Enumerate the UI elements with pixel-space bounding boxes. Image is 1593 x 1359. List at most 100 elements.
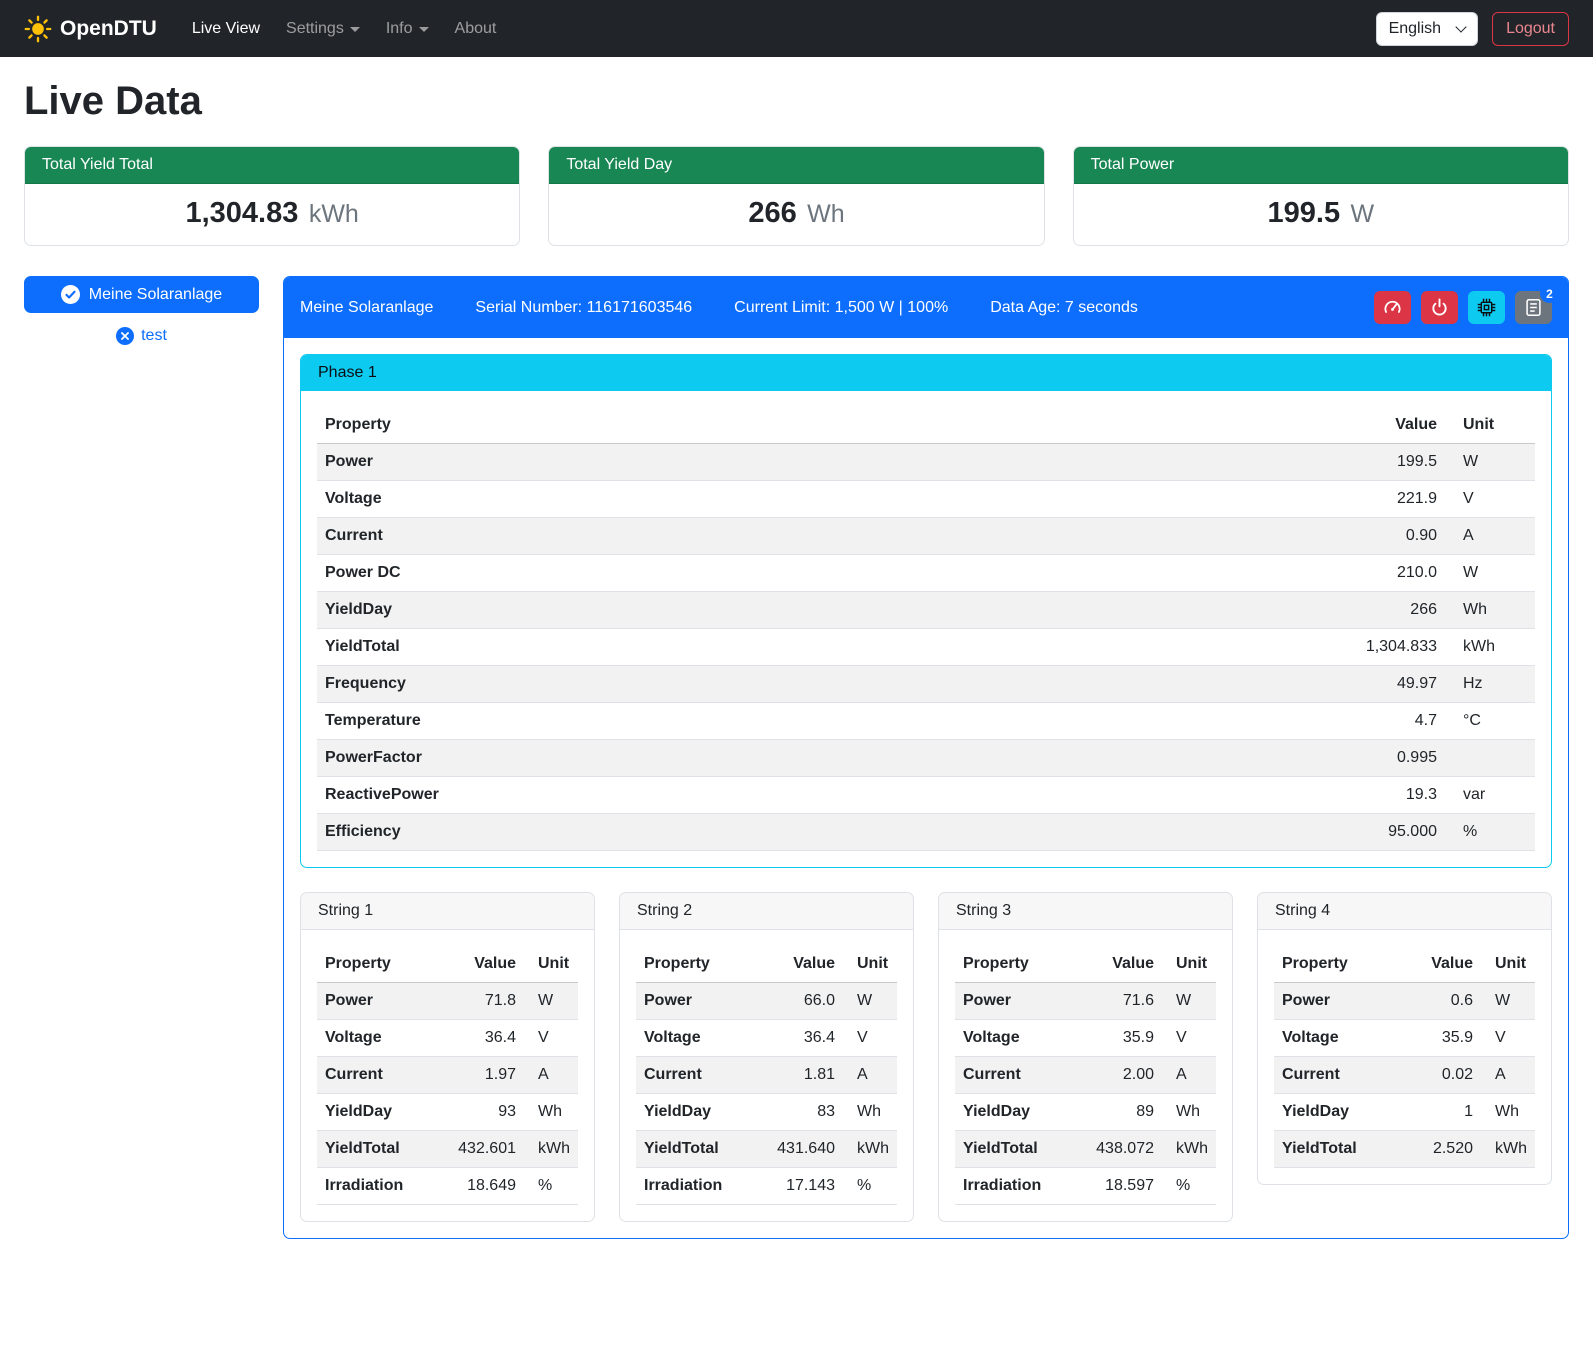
inverter-select-label: test (141, 327, 167, 345)
unit-cell: % (1162, 1168, 1216, 1205)
unit-cell: V (524, 1020, 578, 1057)
inverter-list: Meine Solaranlage test (24, 276, 259, 345)
value-cell: 49.97 (1267, 666, 1445, 703)
device-info-button[interactable] (1468, 291, 1505, 324)
unit-cell: % (1445, 814, 1535, 851)
language-select-value: English (1389, 20, 1441, 38)
power-toggle-button[interactable] (1421, 291, 1458, 324)
summary-card-title: Total Yield Day (549, 147, 1043, 184)
table-row: Voltage35.9V (1274, 1020, 1535, 1057)
property-cell: YieldDay (317, 592, 1267, 629)
table-row: YieldTotal438.072kWh (955, 1131, 1216, 1168)
brand[interactable]: OpenDTU (24, 15, 157, 43)
property-cell: Power DC (317, 555, 1267, 592)
serial-number: Serial Number: 116171603546 (475, 299, 692, 317)
table-row: ReactivePower19.3var (317, 777, 1535, 814)
inverter-panel-header: Meine Solaranlage Serial Number: 1161716… (284, 277, 1568, 338)
inverter-select-meine-solaranlage[interactable]: Meine Solaranlage (24, 276, 259, 313)
logout-button[interactable]: Logout (1492, 12, 1569, 46)
nav-about[interactable]: About (446, 12, 506, 46)
nav-info-label: Info (386, 20, 413, 38)
table-row: YieldDay83Wh (636, 1094, 897, 1131)
column-header: Value (1399, 946, 1481, 983)
column-header: Property (955, 946, 1080, 983)
property-cell: ReactivePower (317, 777, 1267, 814)
table-header-row: PropertyValueUnit (317, 946, 578, 983)
nav-live-view[interactable]: Live View (183, 12, 269, 46)
table-row: Frequency49.97Hz (317, 666, 1535, 703)
value-cell: 0.90 (1267, 518, 1445, 555)
property-cell: YieldDay (955, 1094, 1080, 1131)
table-header-row: PropertyValueUnit (1274, 946, 1535, 983)
column-header: Value (761, 946, 843, 983)
column-header: Unit (524, 946, 578, 983)
data-age: Data Age: 7 seconds (990, 299, 1138, 317)
value-cell: 221.9 (1267, 481, 1445, 518)
x-circle-icon (116, 327, 134, 345)
nav-settings[interactable]: Settings (277, 12, 369, 46)
caret-down-icon (419, 27, 429, 32)
value-cell: 2.00 (1080, 1057, 1162, 1094)
column-header: Property (1274, 946, 1399, 983)
table-row: Current2.00A (955, 1057, 1216, 1094)
property-cell: Voltage (317, 481, 1267, 518)
unit-cell: kWh (524, 1131, 578, 1168)
unit-cell: A (1481, 1057, 1535, 1094)
column-header: Value (1080, 946, 1162, 983)
event-log-button[interactable]: 2 (1515, 291, 1552, 324)
unit-cell: W (1445, 555, 1535, 592)
table-row: YieldDay89Wh (955, 1094, 1216, 1131)
property-cell: YieldTotal (955, 1131, 1080, 1168)
table-row: YieldTotal432.601kWh (317, 1131, 578, 1168)
table-row: Voltage36.4V (317, 1020, 578, 1057)
value-cell: 0.02 (1399, 1057, 1481, 1094)
table-header-row: PropertyValueUnit (955, 946, 1216, 983)
property-cell: Power (317, 444, 1267, 481)
value-cell: 199.5 (1267, 444, 1445, 481)
property-cell: YieldTotal (317, 629, 1267, 666)
unit-cell: % (843, 1168, 897, 1205)
unit-cell: W (1162, 983, 1216, 1020)
event-count-badge: 2 (1540, 284, 1559, 303)
value-cell: 19.3 (1267, 777, 1445, 814)
inverter-select-test[interactable]: test (24, 327, 259, 345)
unit-cell: Hz (1445, 666, 1535, 703)
unit-cell: A (524, 1057, 578, 1094)
unit-cell: Wh (1481, 1094, 1535, 1131)
string-card-title: String 4 (1258, 893, 1551, 930)
unit-cell: W (843, 983, 897, 1020)
column-header: Value (1267, 407, 1445, 444)
value-cell: 35.9 (1080, 1020, 1162, 1057)
table-row: Irradiation18.597% (955, 1168, 1216, 1205)
check-circle-icon (61, 285, 80, 304)
unit-cell: V (1481, 1020, 1535, 1057)
string-3-table: PropertyValueUnitPower71.6WVoltage35.9VC… (955, 946, 1216, 1205)
unit-cell: V (1162, 1020, 1216, 1057)
string-4-table: PropertyValueUnitPower0.6WVoltage35.9VCu… (1274, 946, 1535, 1168)
value-cell: 35.9 (1399, 1020, 1481, 1057)
table-row: YieldTotal1,304.833kWh (317, 629, 1535, 666)
value-cell: 36.4 (442, 1020, 524, 1057)
column-header: Value (442, 946, 524, 983)
unit-cell: °C (1445, 703, 1535, 740)
table-row: Efficiency95.000% (317, 814, 1535, 851)
inverter-actions: 2 (1374, 291, 1552, 324)
property-cell: YieldTotal (317, 1131, 442, 1168)
phase-card-title: Phase 1 (301, 355, 1551, 391)
summary-unit: Wh (807, 200, 845, 228)
property-cell: Voltage (636, 1020, 761, 1057)
summary-value: 1,304.83 (185, 197, 298, 229)
unit-cell: W (524, 983, 578, 1020)
value-cell: 2.520 (1399, 1131, 1481, 1168)
string-cards: String 1 PropertyValueUnitPower71.8WVolt… (300, 892, 1552, 1222)
nav-info[interactable]: Info (377, 12, 438, 46)
column-header: Property (636, 946, 761, 983)
value-cell: 1.81 (761, 1057, 843, 1094)
unit-cell (1445, 740, 1535, 777)
limit-settings-button[interactable] (1374, 291, 1411, 324)
language-select[interactable]: English (1376, 12, 1478, 46)
summary-card-title: Total Power (1074, 147, 1568, 184)
value-cell: 438.072 (1080, 1131, 1162, 1168)
value-cell: 95.000 (1267, 814, 1445, 851)
value-cell: 4.7 (1267, 703, 1445, 740)
